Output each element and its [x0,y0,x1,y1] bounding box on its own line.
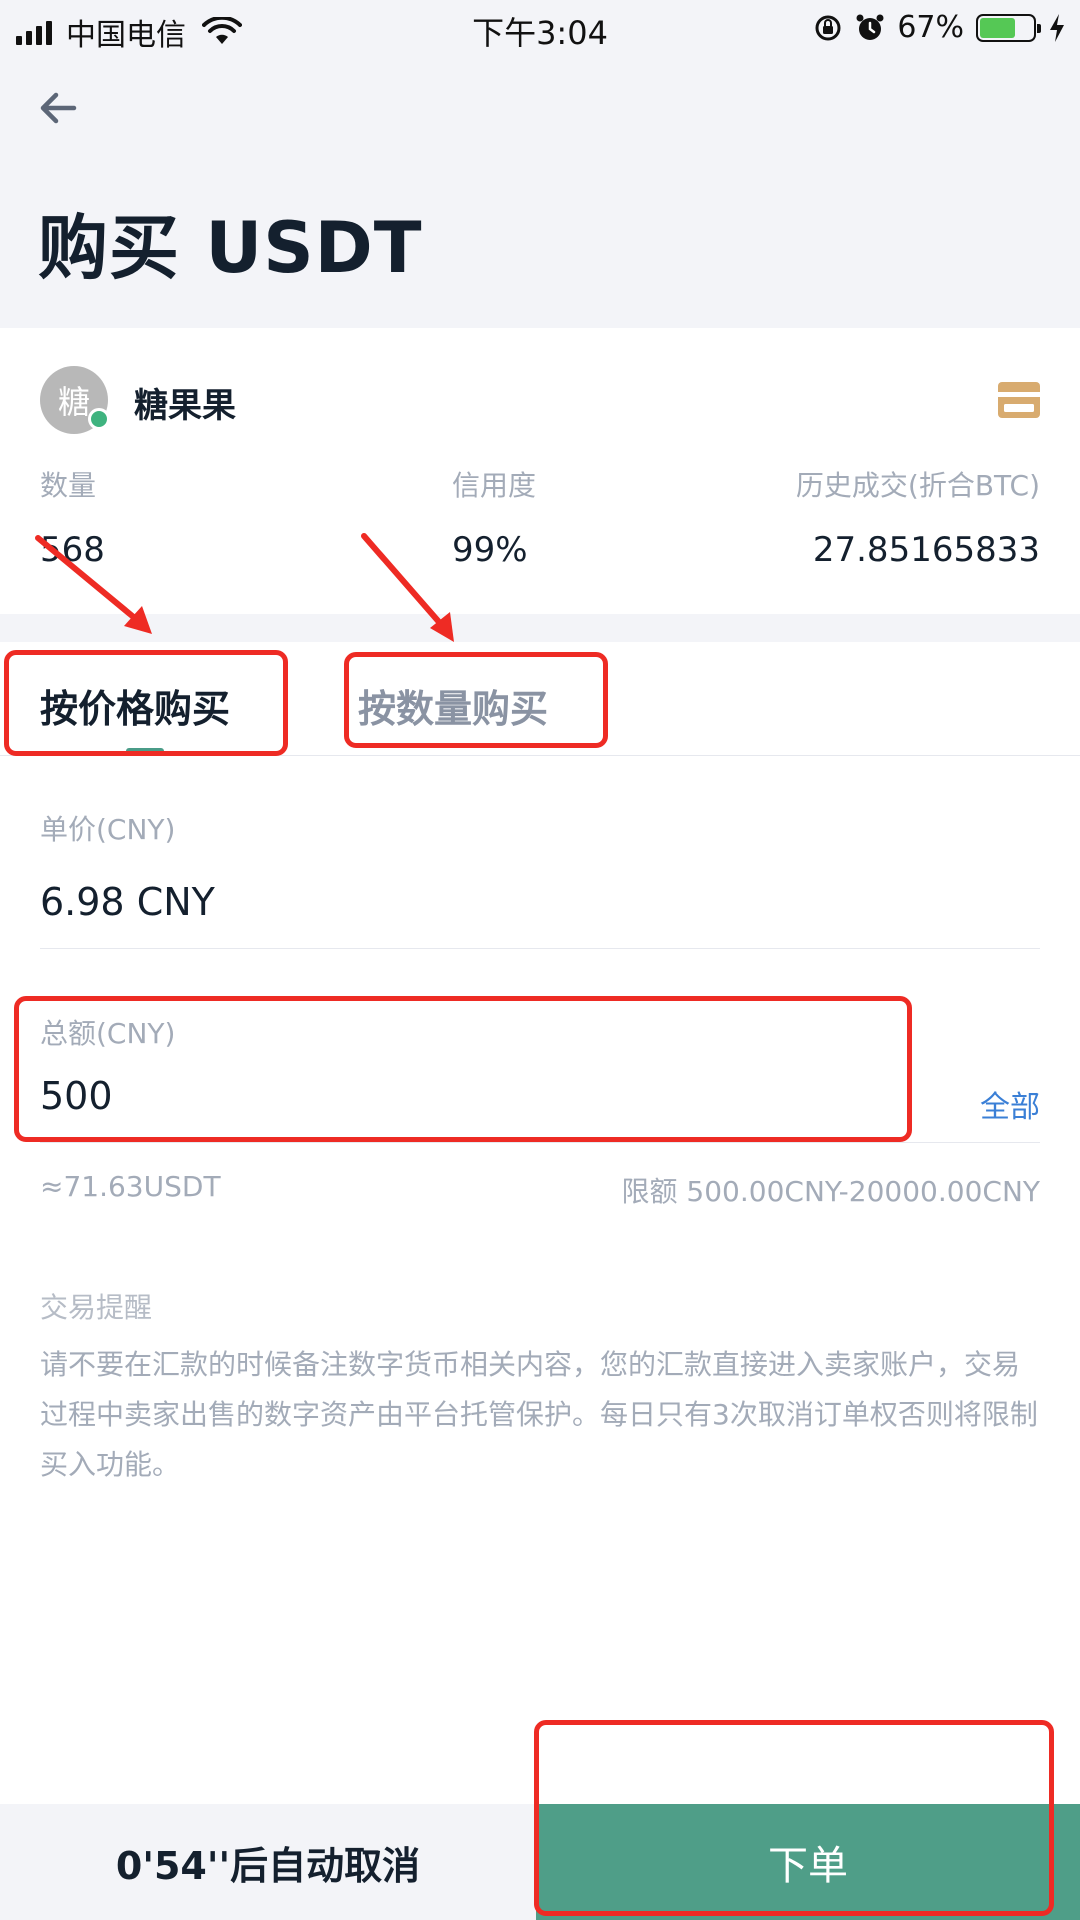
price-label: 单价(CNY) [40,813,176,846]
price-value: 6.98 CNY [40,880,215,924]
page-title: 购买 USDT [38,207,423,289]
annotation-box-order [534,1720,1054,1916]
online-status-dot [88,408,110,430]
amount-limit: 限额 500.00CNY-20000.00CNY [621,1175,1040,1208]
annotation-box-quantity-tab [344,652,608,748]
buy-usdt-screen: 中国电信 下午3:04 67% 购买 USDT 糖 糖果果 数量 信用度 历史成… [0,0,1080,1920]
divider [40,1142,1040,1143]
tip-title: 交易提醒 [40,1291,153,1324]
seller-name[interactable]: 糖果果 [134,378,236,427]
auto-cancel-countdown: 0'54''后自动取消 [115,1843,421,1888]
annotation-arrow-icon [361,533,454,642]
battery-level [980,17,1015,38]
stat-label-history: 历史成交(折合BTC) [795,469,1040,502]
section-divider [0,614,1080,642]
stat-value-history: 27.85165833 [812,530,1040,570]
header-area: 中国电信 下午3:04 67% 购买 USDT [0,0,1080,328]
bank-card-icon [998,382,1040,418]
alarm-icon [856,14,884,40]
stat-label-quantity: 数量 [40,469,97,502]
stat-label-credit: 信用度 [452,469,537,502]
annotation-box-total [14,996,912,1142]
back-arrow-icon[interactable] [34,84,82,132]
divider [40,948,1040,949]
seller-card: 糖 糖果果 数量 信用度 历史成交(折合BTC) 568 99% 27.8516… [0,328,1080,614]
battery-percent: 67% [897,10,964,45]
annotation-box-price-tab [4,650,288,756]
orientation-lock-icon [815,15,841,40]
charging-bolt-icon [1050,13,1064,42]
usdt-estimate: ≈71.63USDT [40,1170,221,1203]
tip-body: 请不要在汇款的时候备注数字货币相关内容，您的汇款直接进入卖家账户，交易过程中卖家… [40,1348,1038,1481]
battery-icon [976,13,1041,42]
annotation-arrow-icon [35,535,152,634]
status-bar: 中国电信 下午3:04 67% [0,0,1080,56]
fill-all-button[interactable]: 全部 [980,1082,1040,1126]
